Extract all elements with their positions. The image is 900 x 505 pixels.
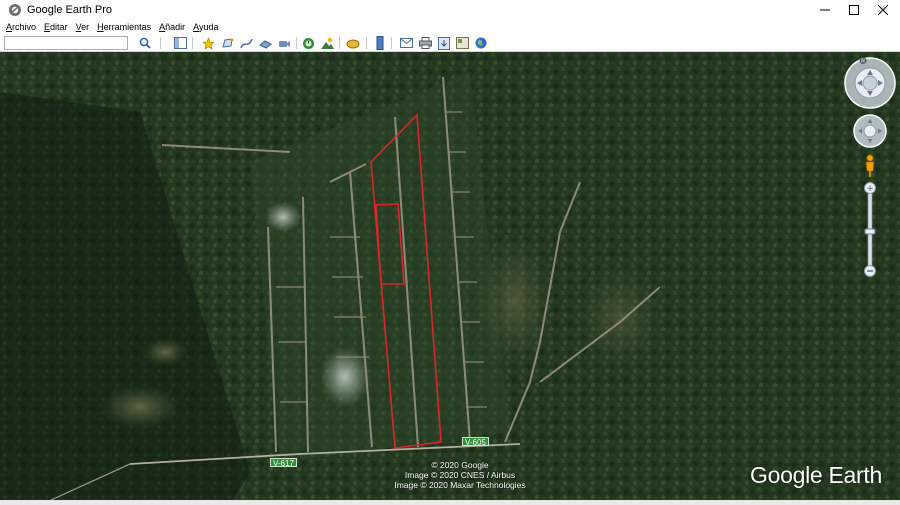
sunlight-button[interactable]	[319, 35, 335, 51]
record-tour-icon	[278, 40, 290, 47]
satellite-imagery	[0, 52, 900, 505]
minimize-icon	[820, 9, 830, 11]
add-polygon-button[interactable]	[219, 35, 235, 51]
minimize-button[interactable]	[810, 0, 840, 20]
street-view-pegman[interactable]	[863, 154, 877, 178]
planets-button[interactable]	[345, 35, 361, 51]
window-title: Google Earth Pro	[27, 4, 112, 16]
zoom-slider[interactable]: +	[862, 182, 878, 280]
earth-button[interactable]	[473, 35, 489, 51]
search-input[interactable]	[4, 36, 128, 50]
add-path-button[interactable]	[238, 35, 254, 51]
credit-line-maxar: Image © 2020 Maxar Technologies	[394, 480, 526, 490]
road-label-v617: V-617	[270, 458, 297, 468]
close-button[interactable]	[868, 0, 898, 20]
sidebar-button[interactable]	[172, 35, 188, 51]
path-icon	[239, 38, 253, 48]
email-icon	[399, 38, 413, 48]
road-label-v605: V-605	[462, 437, 489, 447]
menu-anadir[interactable]: Añadir	[159, 22, 185, 32]
historical-imagery-icon	[302, 37, 314, 49]
move-joystick-control[interactable]	[853, 114, 887, 148]
credit-line-google: © 2020 Google	[431, 460, 489, 470]
earth-icon	[475, 37, 487, 49]
print-button[interactable]	[417, 35, 433, 51]
menu-herramientas[interactable]: Herramientas	[97, 22, 151, 32]
placemark-icon	[201, 36, 215, 50]
zoom-thumb[interactable]	[864, 228, 876, 235]
polygon-icon	[221, 37, 233, 48]
credit-line-cnes: Image © 2020 CNES / Airbus	[404, 470, 516, 480]
view-in-maps-icon	[455, 37, 469, 49]
record-tour-button[interactable]	[276, 35, 292, 51]
historical-imagery-button[interactable]	[300, 35, 316, 51]
sidebar-icon	[173, 37, 187, 49]
look-compass-control[interactable]: N	[844, 57, 898, 111]
window-bottom-edge	[0, 500, 900, 505]
search-icon	[139, 37, 151, 49]
ruler-button[interactable]	[372, 35, 388, 51]
image-overlay-icon	[258, 39, 272, 49]
sunlight-icon	[320, 37, 334, 49]
menu-bar: Archivo Editar Ver Herramientas Añadir A…	[0, 20, 900, 34]
north-letter: N	[861, 59, 865, 65]
print-icon	[418, 37, 432, 49]
add-placemark-button[interactable]	[200, 35, 216, 51]
planets-icon	[346, 39, 360, 48]
map-viewport[interactable]: V-605 V-617 © 2020 Google Image © 2020 C…	[0, 52, 900, 505]
toolbar	[0, 34, 900, 52]
ruler-icon	[376, 36, 384, 50]
menu-editar[interactable]: Editar	[44, 22, 68, 32]
maximize-button[interactable]	[839, 0, 869, 20]
menu-ver[interactable]: Ver	[76, 22, 90, 32]
save-image-icon	[438, 36, 450, 50]
search-button[interactable]	[137, 35, 153, 51]
maximize-icon	[849, 5, 859, 15]
menu-archivo[interactable]: Archivo	[6, 22, 36, 32]
zoom-in-icon: +	[866, 184, 874, 194]
pegman-icon	[866, 154, 874, 162]
save-image-button[interactable]	[436, 35, 452, 51]
email-button[interactable]	[398, 35, 414, 51]
google-earth-logo: Google Earth	[750, 462, 882, 488]
imagery-credits: © 2020 Google Image © 2020 CNES / Airbus…	[360, 460, 560, 490]
title-bar: Google Earth Pro	[0, 0, 900, 20]
view-in-maps-button[interactable]	[454, 35, 470, 51]
close-icon	[878, 5, 888, 15]
menu-ayuda[interactable]: Ayuda	[193, 22, 218, 32]
google-earth-app-icon	[9, 4, 21, 16]
image-overlay-button[interactable]	[257, 35, 273, 51]
